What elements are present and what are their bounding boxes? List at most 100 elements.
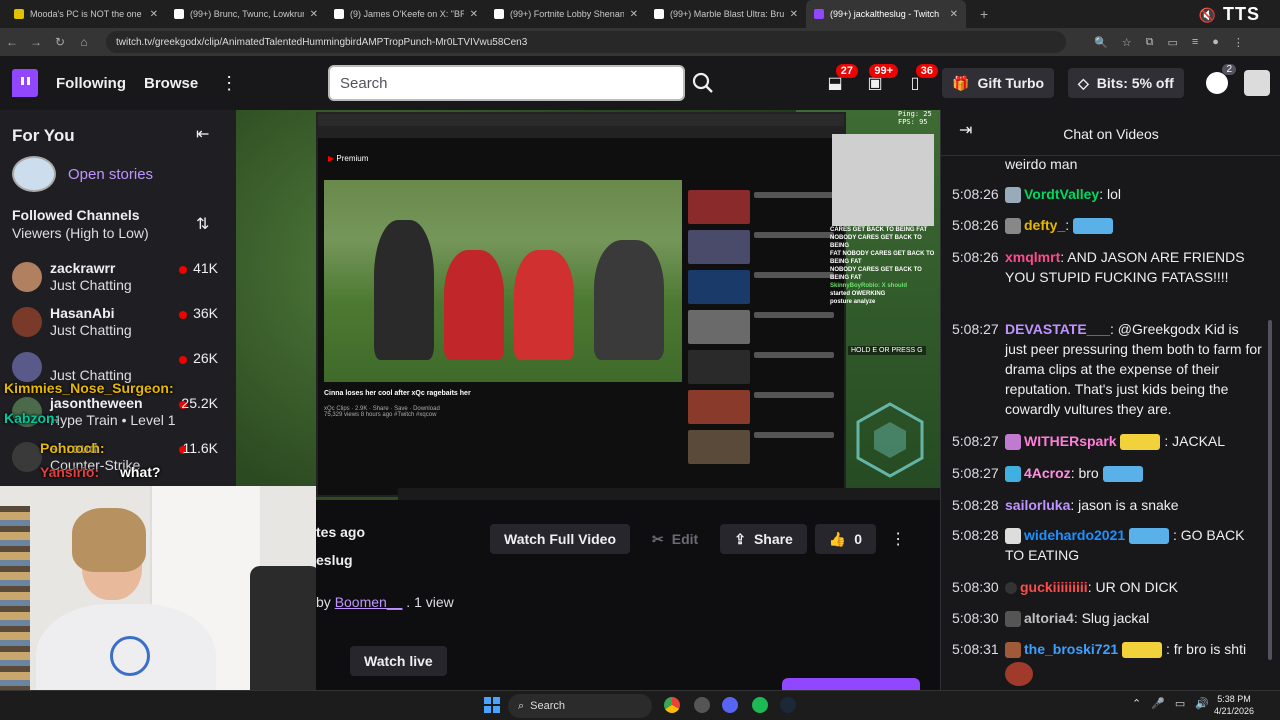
following-link[interactable]: Following bbox=[56, 75, 126, 92]
clip-channel-name[interactable]: eslug bbox=[316, 552, 353, 568]
search-input[interactable]: Search bbox=[328, 65, 685, 101]
network-icon[interactable]: ▭ bbox=[1175, 697, 1185, 710]
notifications-button[interactable]: ▯ 36 bbox=[900, 64, 938, 96]
sidebar-channel[interactable]: zackrawrr Just Chatting 41K bbox=[12, 260, 218, 302]
tray-chevron-icon[interactable]: ⌃ bbox=[1132, 697, 1141, 710]
open-stories-button[interactable]: Open stories bbox=[12, 156, 153, 192]
chat-message: 5:08:27 DEVASTATE___: @Greekgodx Kid is j… bbox=[952, 319, 1262, 419]
watch-live-button[interactable]: Watch live bbox=[350, 646, 447, 676]
chat-username[interactable]: guckiiiiiiiii bbox=[1020, 579, 1088, 595]
more-options-icon[interactable]: ⋮ bbox=[890, 529, 906, 549]
tts-overlay: 🔇 TTS bbox=[1199, 4, 1260, 25]
browser-tab[interactable]: (9) James O'Keefe on X: "BREAK ✕ bbox=[326, 0, 486, 28]
clip-time-ago: tes ago bbox=[316, 524, 366, 540]
like-button[interactable]: 👍 0 bbox=[814, 524, 877, 554]
clip-author-link[interactable]: Boomen__ bbox=[335, 594, 403, 610]
streamer-webcam bbox=[0, 486, 316, 720]
rec-title bbox=[754, 272, 834, 278]
forward-icon[interactable]: → bbox=[24, 35, 48, 49]
chat-username[interactable]: the_broski721 bbox=[1024, 641, 1118, 657]
edit-button[interactable]: ✂ Edit bbox=[638, 524, 712, 554]
browser-tab[interactable]: (99+) Brunc, Twunc, Lowkrunc, L ✕ bbox=[166, 0, 326, 28]
follow-button-partial[interactable] bbox=[782, 678, 920, 690]
close-tab-icon[interactable]: ✕ bbox=[470, 9, 478, 20]
close-tab-icon[interactable]: ✕ bbox=[790, 9, 798, 20]
tab-title: (99+) Fortnite Lobby Shenaniga bbox=[510, 9, 624, 19]
chat-scrollbar[interactable] bbox=[1268, 320, 1272, 660]
chat-username[interactable]: xmqlmrt bbox=[1005, 249, 1060, 265]
sidebar-channel[interactable]: HasanAbi Just Chatting 36K bbox=[12, 305, 218, 347]
bookmark-star-icon[interactable]: ☆ bbox=[1122, 36, 1132, 49]
chat-username[interactable]: VordtValley bbox=[1024, 186, 1099, 202]
user-avatar[interactable]: 2 bbox=[1206, 64, 1236, 94]
inbox-button[interactable]: ⬓ 27 bbox=[820, 64, 858, 96]
home-icon[interactable]: ⌂ bbox=[72, 35, 96, 49]
youtube-views-date: 75,329 views 8 hours ago #Twitch #xqcow bbox=[324, 412, 437, 418]
chat-username[interactable]: altoria4 bbox=[1024, 610, 1074, 626]
chat-username[interactable]: DEVASTATE___ bbox=[1005, 321, 1110, 337]
browser-tab[interactable]: (99+) Fortnite Lobby Shenaniga ✕ bbox=[486, 0, 646, 28]
prime-loot-button[interactable]: ▣ 99+ bbox=[860, 64, 898, 96]
taskbar-clock[interactable]: 5:38 PM 4/21/2026 bbox=[1214, 693, 1254, 717]
watch-full-video-button[interactable]: Watch Full Video bbox=[490, 524, 631, 554]
close-tab-icon[interactable]: ✕ bbox=[150, 9, 158, 20]
more-menu-icon[interactable]: ⋮ bbox=[220, 73, 238, 94]
volume-icon[interactable]: 🔊 bbox=[1195, 697, 1209, 710]
chat-message: 5:08:27 4Acroz: bro bbox=[952, 463, 1262, 483]
extensions-icon[interactable]: ⧉ bbox=[1146, 36, 1154, 49]
clock-date: 4/21/2026 bbox=[1214, 706, 1255, 716]
video-player[interactable]: ▶ Premium Cinna loses her cool after xQc… bbox=[236, 110, 940, 500]
tab-title: Mooda's PC is NOT the one we bbox=[30, 9, 144, 19]
search-button[interactable] bbox=[685, 65, 721, 101]
rec-thumbnail bbox=[688, 390, 750, 424]
youtube-video-frame bbox=[324, 180, 682, 382]
taskbar-search[interactable]: ⌕ Search bbox=[508, 694, 652, 718]
chat-username[interactable]: sailorluka bbox=[1005, 497, 1070, 513]
person-figure bbox=[444, 250, 504, 360]
share-button[interactable]: ⇪ Share bbox=[720, 524, 807, 554]
url-field[interactable]: twitch.tv/greekgodx/clip/AnimatedTalente… bbox=[106, 31, 1066, 53]
close-tab-icon[interactable]: ✕ bbox=[310, 9, 318, 20]
menu-icon[interactable]: ≡ bbox=[1192, 36, 1198, 49]
close-tab-icon[interactable]: ✕ bbox=[630, 9, 638, 20]
sidebar-icon[interactable]: ▭ bbox=[1167, 36, 1177, 49]
profile-icon[interactable]: ● bbox=[1212, 36, 1219, 49]
reload-icon[interactable]: ↻ bbox=[48, 35, 72, 49]
sort-icon[interactable]: ⇅ bbox=[196, 214, 209, 234]
back-icon[interactable]: ← bbox=[0, 35, 24, 49]
new-tab-button[interactable]: + bbox=[980, 6, 988, 22]
microphone-icon[interactable]: 🎤 bbox=[1151, 697, 1165, 710]
close-tab-icon[interactable]: ✕ bbox=[950, 9, 958, 20]
kebab-menu-icon[interactable]: ⋮ bbox=[1233, 36, 1244, 49]
chat-timestamp: 5:08:27 bbox=[952, 433, 999, 449]
spotify-icon[interactable] bbox=[752, 697, 768, 713]
twitch-logo-icon[interactable] bbox=[12, 69, 38, 97]
chat-text: : bbox=[1065, 217, 1070, 233]
profile-menu-icon[interactable] bbox=[1244, 70, 1270, 96]
steam-icon[interactable] bbox=[780, 697, 796, 713]
chat-username[interactable]: widehardo2021 bbox=[1024, 527, 1125, 543]
chat-text: : Slug jackal bbox=[1073, 610, 1150, 626]
overlay-chat-user: Yansirio: bbox=[40, 464, 100, 480]
inbox-badge: 27 bbox=[835, 64, 858, 78]
user-badge-icon bbox=[1005, 642, 1021, 659]
chat-username[interactable]: defty_ bbox=[1024, 217, 1065, 233]
discord-icon[interactable] bbox=[722, 697, 738, 713]
chat-username[interactable]: WITHERspark bbox=[1024, 433, 1117, 449]
chat-timestamp: 5:08:28 bbox=[952, 497, 999, 513]
chat-username[interactable]: 4Acroz bbox=[1024, 465, 1071, 481]
obs-icon[interactable] bbox=[694, 697, 710, 713]
gift-turbo-button[interactable]: 🎁 Gift Turbo bbox=[942, 68, 1055, 98]
collapse-sidebar-icon[interactable]: ⇤ bbox=[196, 124, 209, 144]
windows-start-icon[interactable] bbox=[484, 697, 500, 713]
zoom-icon[interactable]: 🔍 bbox=[1094, 36, 1108, 49]
fps-text: FPS: 95 bbox=[898, 118, 928, 126]
by-label: by bbox=[316, 594, 331, 610]
browse-link[interactable]: Browse bbox=[144, 75, 198, 92]
chrome-icon[interactable] bbox=[664, 697, 680, 713]
bits-button[interactable]: ◇ Bits: 5% off bbox=[1068, 68, 1184, 98]
browser-tab[interactable]: (99+) Marble Blast Ultra: Brutal ✕ bbox=[646, 0, 806, 28]
browser-tab-active[interactable]: (99+) jackaltheslug - Twitch ✕ bbox=[806, 0, 966, 28]
browser-tab[interactable]: Mooda's PC is NOT the one we ✕ bbox=[6, 0, 166, 28]
shirt-logo bbox=[110, 636, 150, 676]
